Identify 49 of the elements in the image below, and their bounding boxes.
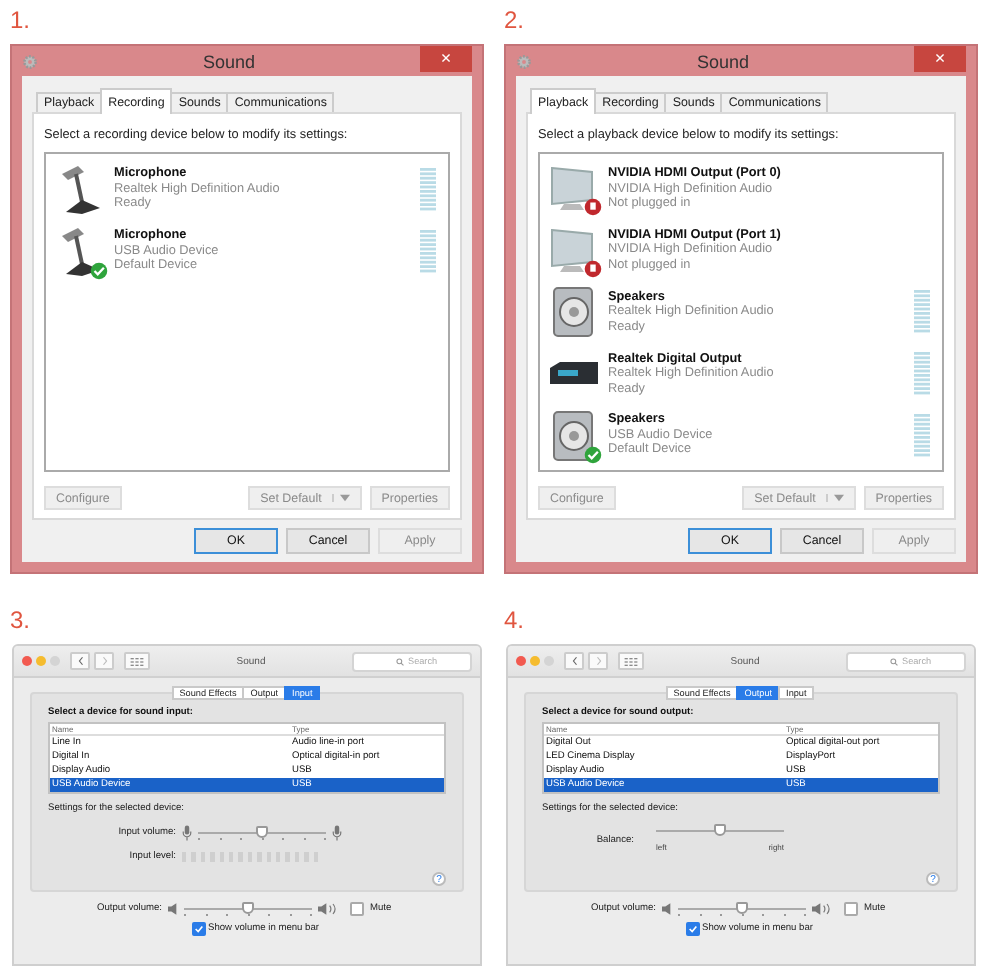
window-title: Sound — [694, 51, 752, 71]
mute-checkbox[interactable] — [350, 901, 364, 915]
speaker-icon — [662, 899, 672, 917]
gear-icon — [516, 53, 532, 69]
panel-number: 1. — [10, 4, 31, 38]
grid-icon — [130, 657, 144, 665]
microphone-icon — [182, 823, 192, 841]
chevron-left-icon — [77, 656, 83, 666]
level-meter — [914, 289, 930, 334]
slider-thumb[interactable] — [242, 901, 254, 913]
slider-thumb[interactable] — [256, 825, 268, 837]
caret-icon — [825, 494, 844, 502]
chevron-right-icon — [595, 656, 601, 666]
caret-icon — [331, 494, 350, 502]
panel-number: 4. — [504, 604, 525, 638]
level-meter — [914, 413, 930, 458]
speaker-loud-icon — [318, 901, 338, 915]
search-icon — [396, 657, 404, 665]
close-button[interactable]: × — [914, 46, 966, 72]
slider-thumb[interactable] — [714, 823, 726, 835]
chevron-right-icon — [101, 656, 107, 666]
minimize-button[interactable] — [530, 656, 540, 666]
show-all-button[interactable] — [618, 652, 644, 670]
grid-icon — [624, 657, 638, 665]
back-button[interactable] — [70, 652, 90, 670]
gear-icon — [22, 53, 38, 69]
menu-bar-checkbox[interactable] — [686, 922, 700, 936]
menu-bar-checkbox[interactable] — [192, 922, 206, 936]
level-meter — [914, 351, 930, 396]
chevron-left-icon — [571, 656, 577, 666]
level-meter — [420, 229, 436, 273]
speaker-icon — [168, 899, 178, 917]
close-button[interactable] — [516, 656, 526, 666]
microphone-icon — [332, 823, 342, 841]
search-icon — [890, 657, 898, 665]
mute-checkbox[interactable] — [844, 901, 858, 915]
window-title: Sound — [200, 51, 258, 71]
panel-number: 3. — [10, 604, 31, 638]
back-button[interactable] — [564, 652, 584, 670]
forward-button[interactable] — [94, 652, 114, 670]
forward-button[interactable] — [588, 652, 608, 670]
close-button[interactable] — [22, 656, 32, 666]
speaker-loud-icon — [812, 901, 832, 915]
panel-number: 2. — [504, 4, 525, 38]
slider-thumb[interactable] — [736, 901, 748, 913]
minimize-button[interactable] — [36, 656, 46, 666]
level-meter — [420, 167, 436, 211]
close-button[interactable]: × — [420, 46, 472, 72]
show-all-button[interactable] — [124, 652, 150, 670]
